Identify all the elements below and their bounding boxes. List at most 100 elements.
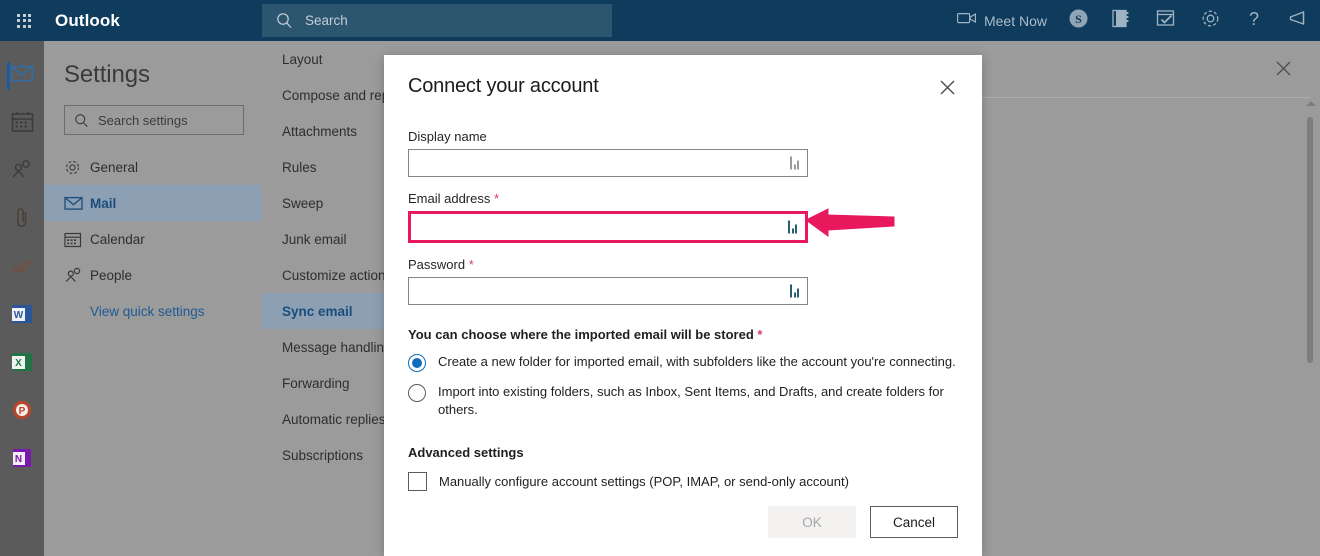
rail-item-to-do[interactable] bbox=[0, 244, 44, 292]
sidebar-item-mail[interactable]: Mail bbox=[44, 185, 262, 221]
settings-gear-button[interactable] bbox=[1188, 0, 1232, 41]
mail-icon bbox=[10, 64, 34, 88]
rail-item-calendar[interactable] bbox=[0, 100, 44, 148]
skype-icon: S bbox=[1068, 8, 1089, 34]
rail-item-onenote[interactable]: N bbox=[0, 436, 44, 484]
password-label-text: Password bbox=[408, 257, 466, 272]
tasks-button[interactable] bbox=[1144, 0, 1188, 41]
settings-close-button[interactable] bbox=[1268, 53, 1298, 83]
settings-scrollbar[interactable] bbox=[1304, 101, 1318, 541]
sidebar-item-calendar[interactable]: Calendar bbox=[44, 221, 262, 257]
storage-option-existing-folders[interactable]: Import into existing folders, such as In… bbox=[408, 383, 958, 419]
text-field-glyph-icon bbox=[788, 220, 797, 234]
search-input[interactable] bbox=[303, 5, 583, 36]
password-input[interactable] bbox=[416, 279, 784, 303]
meet-now-label: Meet Now bbox=[983, 12, 1047, 29]
to-do-check-icon bbox=[10, 256, 34, 281]
required-asterisk: * bbox=[468, 257, 474, 272]
storage-option-label: Create a new folder for imported email, … bbox=[438, 354, 956, 369]
help-button[interactable]: ? bbox=[1232, 0, 1276, 41]
attachment-icon bbox=[14, 206, 30, 235]
display-name-input[interactable] bbox=[416, 151, 784, 175]
radio-icon-unchecked[interactable] bbox=[408, 384, 426, 402]
email-address-input[interactable] bbox=[418, 215, 786, 239]
email-address-field[interactable] bbox=[408, 211, 808, 243]
meet-now-button[interactable]: Meet Now bbox=[948, 0, 1056, 41]
display-name-label: Display name bbox=[408, 129, 487, 144]
text-field-glyph-icon bbox=[790, 156, 799, 170]
onenote-icon: N bbox=[11, 447, 33, 474]
display-name-field[interactable] bbox=[408, 149, 808, 177]
view-quick-settings-link[interactable]: View quick settings bbox=[44, 304, 262, 319]
checkbox-icon-unchecked[interactable] bbox=[408, 472, 427, 491]
settings-nav-column: Settings General Mail bbox=[44, 41, 262, 556]
dialog-title: Connect your account bbox=[408, 75, 599, 97]
word-icon: W bbox=[11, 303, 33, 330]
connect-account-dialog: Connect your account Display name Email … bbox=[384, 55, 982, 556]
camera-icon bbox=[956, 11, 977, 30]
settings-search-box[interactable] bbox=[64, 105, 244, 135]
calendar-icon bbox=[64, 231, 90, 248]
sidebar-item-label: Mail bbox=[90, 195, 117, 211]
email-address-label-text: Email address bbox=[408, 191, 491, 206]
sidebar-item-label: People bbox=[90, 267, 133, 283]
svg-text:W: W bbox=[14, 310, 24, 321]
manual-configure-row[interactable]: Manually configure account settings (POP… bbox=[408, 472, 958, 491]
office-app-button[interactable] bbox=[1100, 0, 1144, 41]
people-icon bbox=[10, 159, 34, 185]
advanced-settings-label: Advanced settings bbox=[408, 445, 524, 460]
cancel-button[interactable]: Cancel bbox=[870, 506, 958, 538]
scrollbar-thumb[interactable] bbox=[1307, 117, 1313, 363]
app-rail: W X P N bbox=[0, 41, 44, 556]
storage-section-label-text: You can choose where the imported email … bbox=[408, 327, 754, 342]
svg-text:S: S bbox=[1075, 12, 1082, 26]
dialog-body: Display name Email address * Password * bbox=[384, 105, 982, 491]
calendar-icon bbox=[11, 111, 34, 138]
rail-selection-indicator bbox=[7, 62, 10, 90]
text-field-glyph-icon bbox=[790, 284, 799, 298]
gear-icon bbox=[1200, 8, 1221, 34]
sidebar-item-people[interactable]: People bbox=[44, 257, 262, 293]
password-field[interactable] bbox=[408, 277, 808, 305]
rail-item-people[interactable] bbox=[0, 148, 44, 196]
sidebar-item-general[interactable]: General bbox=[44, 149, 262, 185]
dialog-close-button[interactable] bbox=[932, 75, 962, 105]
dialog-actions: OK Cancel bbox=[768, 506, 958, 538]
rail-item-excel[interactable]: X bbox=[0, 340, 44, 388]
rail-item-word[interactable]: W bbox=[0, 292, 44, 340]
svg-text:?: ? bbox=[1249, 9, 1259, 29]
suite-header-bar: Outlook Meet Now S bbox=[0, 0, 1320, 41]
feedback-button[interactable] bbox=[1276, 0, 1320, 41]
search-icon bbox=[276, 12, 293, 29]
sidebar-item-label: Calendar bbox=[90, 231, 145, 247]
settings-title: Settings bbox=[64, 61, 150, 88]
scroll-up-arrow-icon[interactable] bbox=[1306, 101, 1316, 106]
excel-icon: X bbox=[11, 351, 33, 378]
storage-section-label: You can choose where the imported email … bbox=[408, 327, 958, 342]
sidebar-item-label: General bbox=[90, 159, 139, 175]
storage-option-new-folder[interactable]: Create a new folder for imported email, … bbox=[408, 353, 958, 372]
app-launcher-button[interactable] bbox=[0, 0, 48, 41]
svg-text:X: X bbox=[15, 358, 22, 369]
email-address-label: Email address * bbox=[408, 191, 958, 206]
settings-search-input[interactable] bbox=[96, 111, 224, 129]
close-icon bbox=[940, 80, 955, 100]
global-search-box[interactable] bbox=[262, 4, 612, 37]
people-icon bbox=[64, 267, 90, 284]
rail-item-powerpoint[interactable]: P bbox=[0, 388, 44, 436]
radio-icon-checked[interactable] bbox=[408, 354, 426, 372]
required-asterisk: * bbox=[757, 327, 763, 342]
rail-item-files[interactable] bbox=[0, 196, 44, 244]
password-label: Password * bbox=[408, 257, 958, 272]
rail-item-mail[interactable] bbox=[0, 52, 44, 100]
svg-text:P: P bbox=[19, 406, 26, 417]
waffle-icon bbox=[17, 13, 31, 28]
svg-text:N: N bbox=[15, 454, 22, 465]
mail-icon bbox=[64, 196, 90, 211]
ok-button[interactable]: OK bbox=[768, 506, 856, 538]
manual-configure-label: Manually configure account settings (POP… bbox=[439, 474, 849, 489]
office-icon bbox=[1112, 9, 1132, 33]
outlook-brand-label[interactable]: Outlook bbox=[55, 11, 120, 31]
help-icon: ? bbox=[1245, 8, 1263, 34]
skype-button[interactable]: S bbox=[1056, 0, 1100, 41]
